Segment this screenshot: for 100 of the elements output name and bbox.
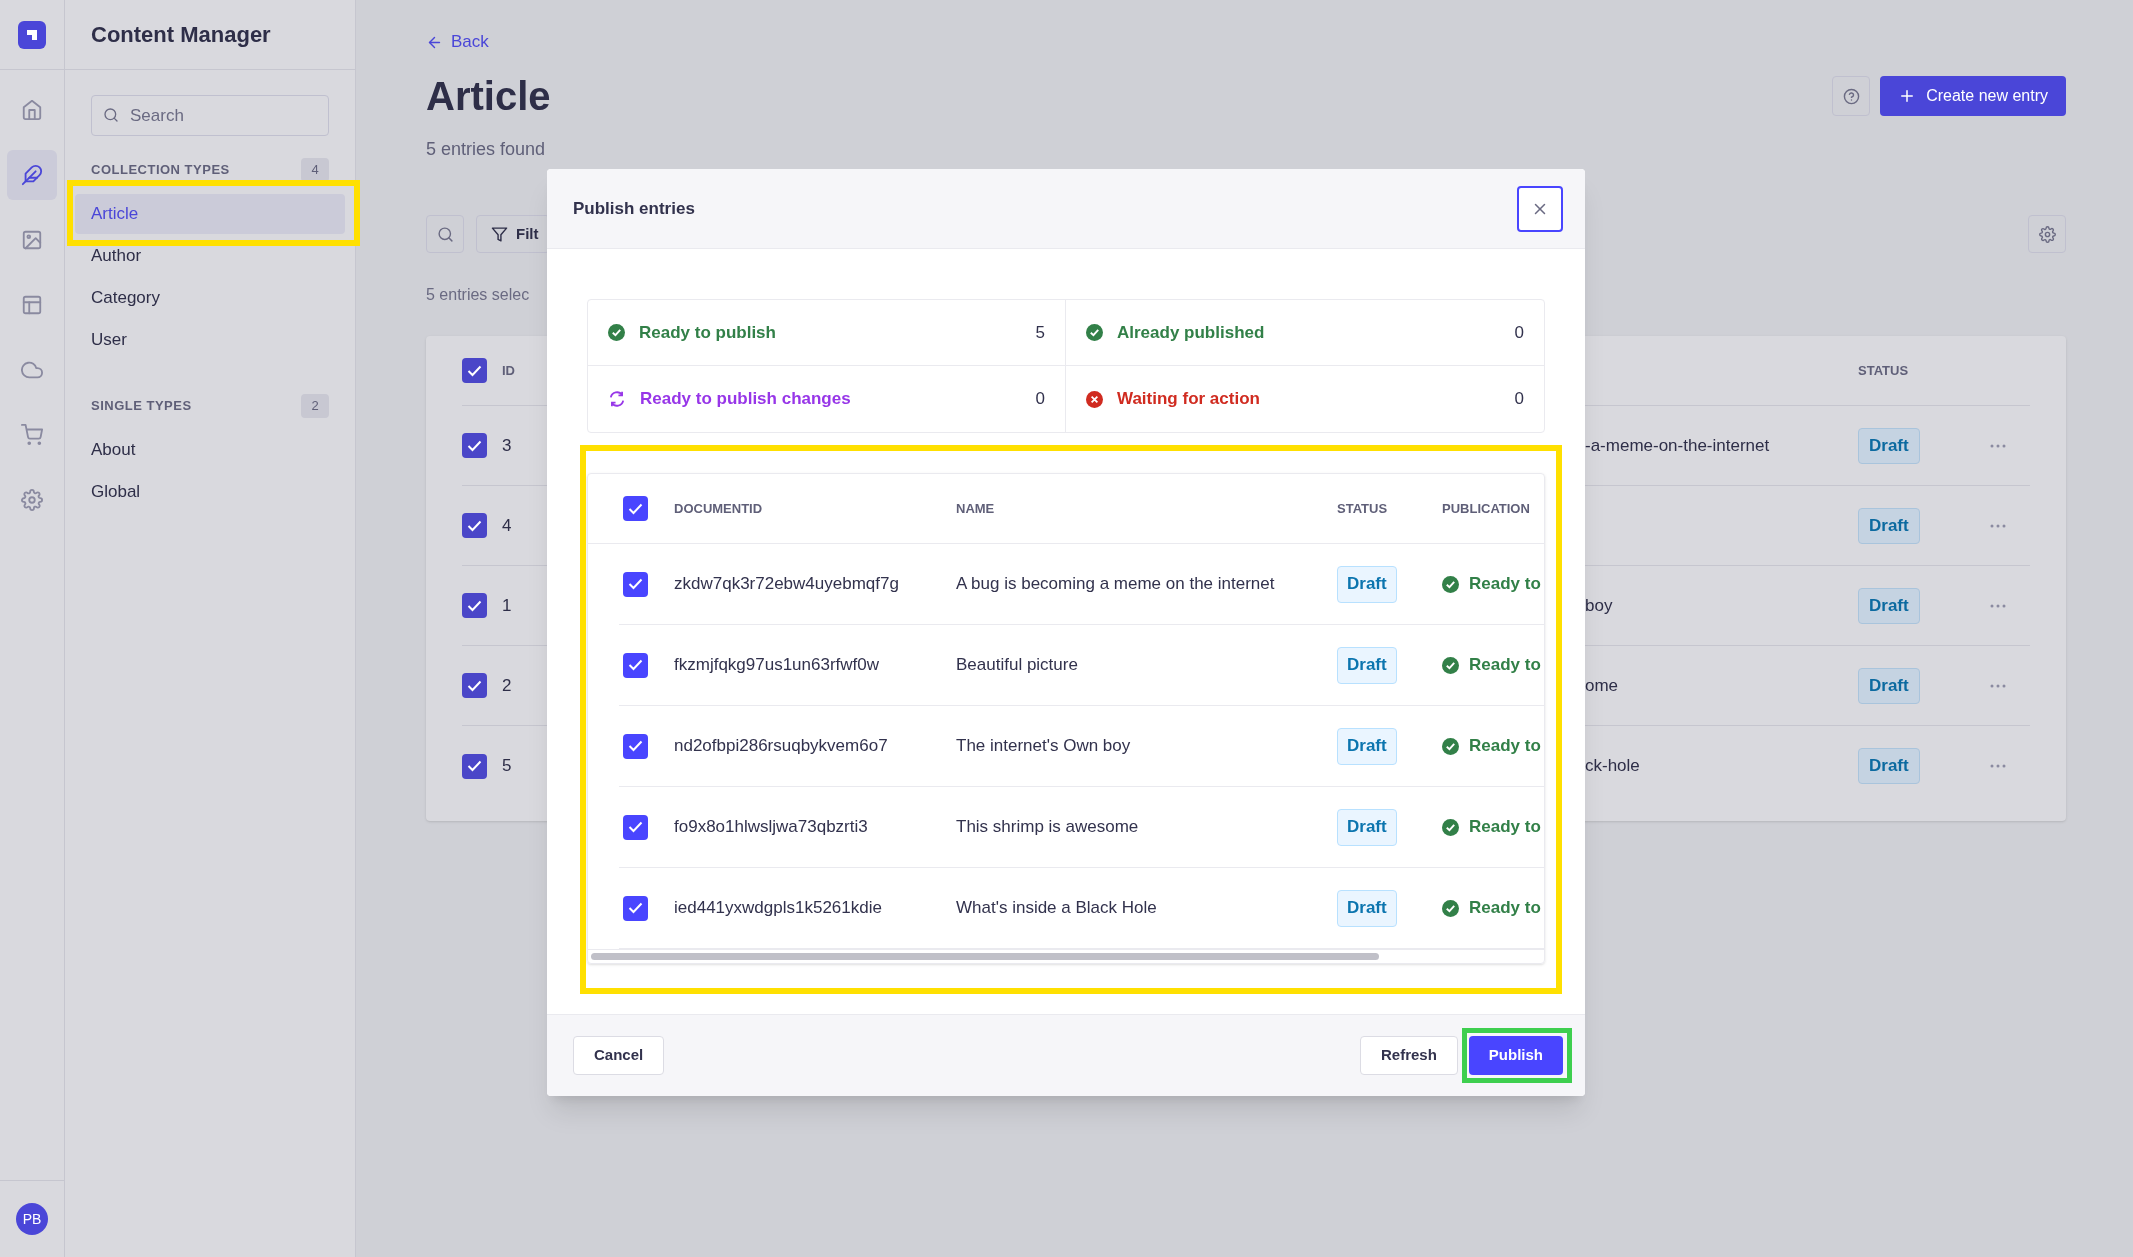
checkbox[interactable] bbox=[623, 814, 648, 840]
more-icon[interactable] bbox=[1989, 523, 2006, 528]
publish-button[interactable]: Publish bbox=[1468, 1036, 1563, 1075]
nav-rail-item[interactable] bbox=[7, 150, 57, 200]
close-button[interactable] bbox=[1517, 185, 1563, 232]
sidebar-item[interactable]: Article bbox=[75, 194, 345, 234]
cloud-icon bbox=[21, 359, 43, 381]
publication-status: Ready to bbox=[1469, 573, 1541, 596]
checkbox[interactable] bbox=[623, 895, 648, 921]
search-button[interactable] bbox=[426, 215, 464, 253]
checkbox[interactable] bbox=[462, 358, 487, 383]
status-badge: Draft bbox=[1858, 667, 1920, 704]
more-icon[interactable] bbox=[1989, 603, 2006, 608]
status-badge: Draft bbox=[1337, 565, 1397, 603]
checkbox[interactable] bbox=[623, 496, 648, 521]
checkbox[interactable] bbox=[462, 593, 487, 618]
check-icon bbox=[467, 519, 482, 532]
refresh-icon bbox=[608, 390, 626, 408]
checkbox[interactable] bbox=[623, 733, 648, 759]
status-badge: Draft bbox=[1858, 427, 1920, 464]
user-avatar[interactable]: PB bbox=[16, 1203, 48, 1235]
sidebar-item[interactable]: About bbox=[75, 430, 345, 470]
entries-count: 5 entries found bbox=[426, 138, 547, 161]
column-header: ID bbox=[502, 361, 515, 380]
table-cell-text: The internet's Own boy bbox=[956, 735, 1132, 758]
search-field[interactable]: Search bbox=[91, 95, 329, 136]
status-badge: Draft bbox=[1337, 889, 1397, 927]
table-cell-text: This shrimp is awesome bbox=[956, 816, 1140, 839]
back-link[interactable]: Back bbox=[426, 30, 2066, 54]
count-badge: 2 bbox=[301, 394, 329, 418]
checkbox[interactable] bbox=[462, 673, 487, 698]
check-circle-icon bbox=[1442, 818, 1459, 836]
sidebar-item[interactable]: Author bbox=[75, 236, 345, 276]
sidebar-title: Content Manager bbox=[91, 21, 271, 49]
publication-status: Ready to bbox=[1469, 816, 1541, 839]
sidebar-item[interactable]: User bbox=[75, 320, 345, 360]
status-badge: Draft bbox=[1337, 646, 1397, 684]
check-circle-icon bbox=[1442, 656, 1459, 674]
more-icon[interactable] bbox=[1989, 683, 2006, 688]
check-circle-icon bbox=[1086, 324, 1103, 341]
check-icon bbox=[467, 679, 482, 692]
check-icon bbox=[628, 659, 643, 671]
checkbox[interactable] bbox=[462, 753, 487, 779]
table-cell-text: Beautiful picture bbox=[956, 654, 1079, 677]
layout-icon bbox=[21, 294, 43, 316]
settings-button[interactable] bbox=[2028, 215, 2066, 253]
column-header: NAME bbox=[956, 499, 996, 518]
checkbox[interactable] bbox=[623, 571, 648, 597]
section-heading: SINGLE TYPES bbox=[91, 397, 192, 416]
section-heading: COLLECTION TYPES bbox=[91, 161, 230, 180]
publication-status: Ready to bbox=[1469, 654, 1541, 677]
search-icon bbox=[103, 107, 119, 123]
table-cell-text: fkzmjfqkg97us1un63rfwf0w bbox=[674, 654, 881, 677]
table-cell-text: 3 bbox=[502, 434, 513, 457]
help-button[interactable] bbox=[1832, 76, 1871, 116]
sidebar-item[interactable]: Category bbox=[75, 278, 345, 318]
summary-count: 5 bbox=[1035, 321, 1045, 344]
selection-note: 5 entries selec bbox=[426, 285, 531, 305]
table-cell-text: ome bbox=[1585, 674, 1619, 697]
check-circle-icon bbox=[1442, 575, 1459, 593]
search-icon bbox=[436, 225, 454, 243]
images-icon bbox=[21, 229, 43, 251]
more-icon[interactable] bbox=[1989, 443, 2006, 448]
checkbox[interactable] bbox=[462, 513, 487, 538]
home-icon bbox=[21, 99, 43, 121]
check-icon bbox=[628, 502, 643, 515]
checkbox[interactable] bbox=[462, 433, 487, 458]
logo-icon[interactable] bbox=[18, 20, 46, 49]
filter-icon bbox=[491, 225, 508, 243]
publication-status: Ready to bbox=[1469, 735, 1541, 758]
table-cell-text: ied441yxwdgpls1k5261kdie bbox=[674, 897, 883, 920]
table-cell-text: fo9x8o1hlwsljwa73qbzrti3 bbox=[674, 816, 869, 839]
feather-icon bbox=[21, 164, 43, 186]
summary-count: 0 bbox=[1514, 321, 1524, 344]
cancel-button[interactable]: Cancel bbox=[573, 1036, 665, 1075]
more-icon[interactable] bbox=[1989, 764, 2006, 768]
table-cell-text: -a-meme-on-the-internet bbox=[1585, 434, 1770, 457]
check-icon bbox=[467, 439, 482, 452]
table-cell-text: A bug is becoming a meme on the internet bbox=[956, 573, 1276, 596]
status-badge: Draft bbox=[1337, 808, 1397, 846]
summary-label: Ready to publish changes bbox=[640, 388, 852, 411]
sidebar-item[interactable]: Global bbox=[75, 472, 345, 512]
help-icon bbox=[1842, 87, 1860, 105]
summary-label: Waiting for action bbox=[1117, 388, 1261, 411]
settings-icon bbox=[21, 489, 43, 511]
check-circle-icon bbox=[1442, 899, 1459, 917]
error-icon bbox=[1086, 390, 1103, 408]
scrollbar[interactable] bbox=[591, 953, 1379, 960]
check-circle-icon bbox=[608, 324, 625, 341]
create-entry-button[interactable]: Create new entry bbox=[1880, 76, 2066, 116]
table-cell-text: boy bbox=[1585, 594, 1613, 617]
page-title: Article bbox=[426, 73, 551, 120]
check-icon bbox=[628, 740, 643, 752]
cart-icon bbox=[21, 424, 43, 446]
settings-icon bbox=[2038, 225, 2056, 243]
dialog-title: Publish entries bbox=[573, 197, 695, 220]
check-icon bbox=[628, 578, 643, 590]
refresh-button[interactable]: Refresh bbox=[1359, 1036, 1458, 1075]
check-icon bbox=[628, 821, 643, 833]
checkbox[interactable] bbox=[623, 652, 648, 678]
